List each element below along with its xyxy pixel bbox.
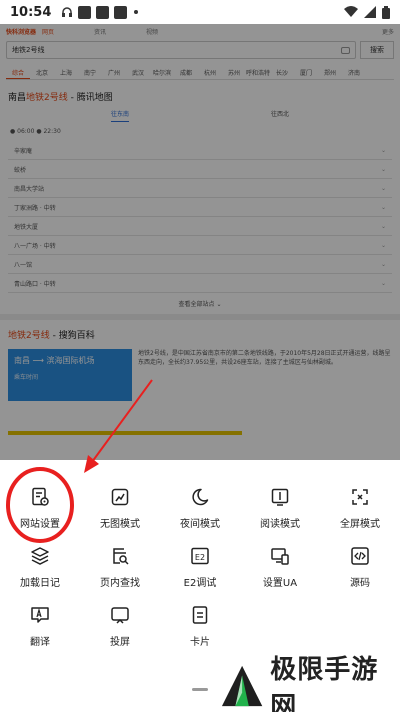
screen: 10:54 快科浏览器 网页 资讯 视频 更多 地铁2号线 搜索 综合 北京 上… [0, 0, 400, 712]
reading-mode-icon [269, 486, 291, 508]
site-settings-icon [29, 486, 51, 508]
menu-label: 无图模式 [100, 519, 140, 530]
menu-label: 夜间模式 [180, 519, 220, 530]
reading-mode-button[interactable]: 阅读模式 [240, 482, 320, 541]
signal-icon [364, 6, 376, 18]
menu-label: 卡片 [190, 637, 210, 648]
no-image-mode-button[interactable]: 无图模式 [80, 482, 160, 541]
fullscreen-icon [349, 486, 371, 508]
card-button[interactable]: 卡片 [160, 600, 240, 659]
menu-grid: 网站设置 无图模式 夜间模式 阅读模式 全屏模式 加载日记 页内查找 E2 E2… [0, 482, 400, 659]
source-code-icon [349, 545, 371, 567]
menu-label: 翻译 [30, 637, 50, 648]
no-image-mode-icon [109, 486, 131, 508]
card-icon [189, 604, 211, 626]
load-log-icon [29, 545, 51, 567]
watermark-logo-icon [221, 665, 263, 707]
menu-label: 全屏模式 [340, 519, 380, 530]
cast-screen-icon [109, 604, 131, 626]
find-in-page-icon [109, 545, 131, 567]
notification-icon [96, 5, 110, 19]
e2-debug-button[interactable]: E2 E2调试 [160, 541, 240, 600]
find-in-page-button[interactable]: 页内查找 [80, 541, 160, 600]
status-bar: 10:54 [0, 0, 400, 24]
menu-label: 投屏 [110, 637, 130, 648]
site-settings-button[interactable]: 网站设置 [0, 482, 80, 541]
menu-label: 源码 [350, 578, 370, 589]
notification-icon [78, 5, 92, 19]
translate-button[interactable]: 翻译 [0, 600, 80, 659]
fullscreen-mode-button[interactable]: 全屏模式 [320, 482, 400, 541]
status-time: 10:54 [10, 4, 52, 20]
battery-icon [382, 5, 390, 19]
menu-row: 加载日记 页内查找 E2 E2调试 设置UA 源码 [0, 541, 400, 600]
set-ua-button[interactable]: 设置UA [240, 541, 320, 600]
night-mode-button[interactable]: 夜间模式 [160, 482, 240, 541]
menu-label: 网站设置 [20, 519, 60, 530]
source-code-button[interactable]: 源码 [320, 541, 400, 600]
set-ua-icon [269, 545, 291, 567]
translate-icon [29, 604, 51, 626]
menu-label: 页内查找 [100, 578, 140, 589]
menu-label: 阅读模式 [260, 519, 300, 530]
load-log-button[interactable]: 加载日记 [0, 541, 80, 600]
e2-debug-icon: E2 [189, 545, 211, 567]
cast-screen-button[interactable]: 投屏 [80, 600, 160, 659]
wifi-icon [344, 6, 358, 17]
sheet-drag-handle[interactable] [192, 688, 208, 691]
menu-row: 网站设置 无图模式 夜间模式 阅读模式 全屏模式 [0, 482, 400, 541]
headphones-icon [62, 7, 73, 17]
dim-overlay[interactable] [0, 24, 400, 460]
night-mode-icon [189, 486, 211, 508]
watermark-text: 极限手游网 [270, 655, 379, 712]
notification-icon [114, 5, 128, 19]
menu-label: 设置UA [262, 578, 298, 589]
more-notifications-icon [134, 10, 139, 14]
watermark: 极限手游网 [220, 655, 400, 712]
notification-icons [61, 5, 139, 19]
menu-label: E2调试 [183, 578, 217, 589]
e2-icon-text: E2 [195, 553, 205, 562]
menu-label: 加载日记 [20, 578, 60, 589]
